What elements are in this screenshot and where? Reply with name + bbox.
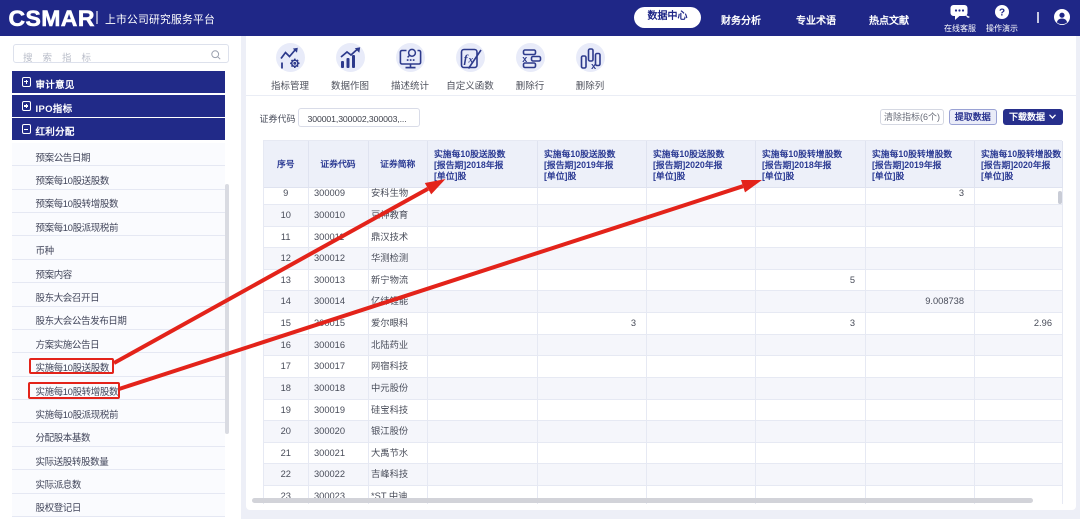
svg-text:x: x xyxy=(591,60,596,69)
svg-text:x: x xyxy=(522,53,527,63)
svg-text:?: ? xyxy=(999,8,1005,19)
